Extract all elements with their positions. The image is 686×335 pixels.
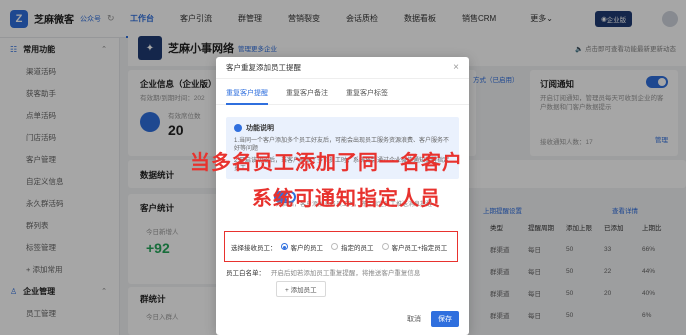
radio-label: 客户员工+指定员工 (391, 244, 448, 252)
tab-duplicate-tag[interactable]: 重复客户标签 (346, 88, 388, 104)
modal-footer: 取消 保存 (407, 311, 459, 327)
tab-duplicate-remark[interactable]: 重复客户备注 (286, 88, 328, 104)
tab-duplicate-reminder[interactable]: 重复客户提醒 (226, 88, 268, 105)
radio-both[interactable]: 客户员工+指定员工 (381, 242, 448, 252)
receiver-selection: 选择接收员工： 客户的员工 指定的员工 客户员工+指定员工 (224, 231, 458, 262)
cancel-button[interactable]: 取消 (407, 314, 421, 324)
radio-specified-staff[interactable]: 指定的员工 (331, 242, 374, 252)
info-icon (234, 124, 242, 132)
modal-title: 客户重复添加员工提醒 (226, 63, 301, 72)
radio-checked-icon (280, 243, 288, 250)
radio-unchecked-icon (331, 243, 338, 250)
annotation-line-1: 当多名员工添加了同一名客户 (190, 150, 463, 174)
radio-unchecked-icon (381, 243, 389, 250)
feature-desc-title: 功能说明 (234, 123, 451, 133)
annotation-line-2: 系统可通知指定人员 (252, 186, 441, 210)
radio-customer-staff[interactable]: 客户的员工 (280, 242, 324, 252)
add-staff-button[interactable]: + 添加员工 (276, 281, 326, 297)
modal-tabs: 重复客户提醒 重复客户备注 重复客户标签 (216, 79, 469, 105)
radio-label: 指定的员工 (341, 244, 374, 252)
save-button[interactable]: 保存 (431, 311, 459, 327)
whitelist-row: 员工白名单： 开启后如若添加员工重复提醒，将推送客户重复信息 (226, 267, 459, 277)
whitelist-label: 员工白名单： (226, 270, 265, 277)
close-icon[interactable]: × (453, 62, 459, 73)
modal-header: 客户重复添加员工提醒 × (216, 57, 469, 79)
feature-desc-label: 功能说明 (246, 125, 274, 132)
receiver-label: 选择接收员工： (231, 244, 277, 252)
whitelist-hint: 开启后如若添加员工重复提醒，将推送客户重复信息 (270, 270, 421, 277)
radio-label: 客户的员工 (290, 244, 324, 252)
